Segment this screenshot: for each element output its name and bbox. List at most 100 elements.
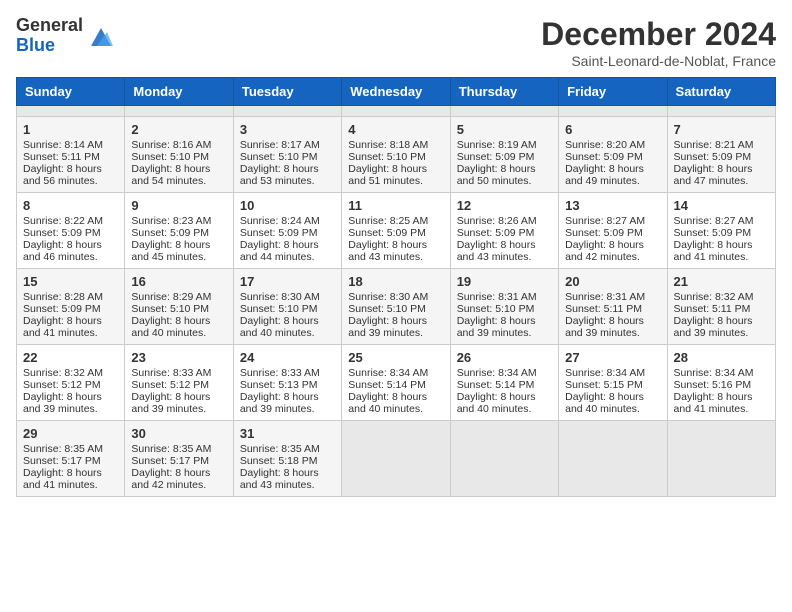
calendar-cell (559, 421, 667, 497)
cell-content-line: and 39 minutes. (674, 327, 769, 339)
calendar-cell: 26Sunrise: 8:34 AMSunset: 5:14 PMDayligh… (450, 345, 558, 421)
cell-content-line: Sunset: 5:09 PM (674, 227, 769, 239)
cell-content-line: Sunrise: 8:23 AM (131, 215, 226, 227)
cell-content-line: and 50 minutes. (457, 175, 552, 187)
cell-content-line: Daylight: 8 hours (348, 315, 443, 327)
cell-content-line: and 41 minutes. (23, 327, 118, 339)
day-number: 9 (131, 198, 226, 213)
cell-content-line: Daylight: 8 hours (348, 239, 443, 251)
cell-content-line: and 39 minutes. (565, 327, 660, 339)
cell-content-line: and 39 minutes. (131, 403, 226, 415)
cell-content-line: Daylight: 8 hours (131, 391, 226, 403)
cell-content-line: and 41 minutes. (23, 479, 118, 491)
calendar-cell: 14 Sunrise: 8:27 AMSunset: 5:09 PMDayligh… (667, 193, 775, 269)
day-number: 17 (240, 274, 335, 289)
day-number: 30 (131, 426, 226, 441)
cell-content-line: Daylight: 8 hours (674, 239, 769, 251)
logo-general-text: General (16, 16, 83, 36)
cell-content-line: and 51 minutes. (348, 175, 443, 187)
calendar-header-tuesday: Tuesday (233, 78, 341, 106)
cell-content-line: Sunset: 5:17 PM (23, 455, 118, 467)
calendar-header-saturday: Saturday (667, 78, 775, 106)
cell-content-line: and 53 minutes. (240, 175, 335, 187)
cell-content-line: Sunset: 5:11 PM (565, 303, 660, 315)
cell-content-line: and 40 minutes. (348, 403, 443, 415)
cell-content-line: Sunset: 5:16 PM (674, 379, 769, 391)
cell-content-line: Daylight: 8 hours (674, 391, 769, 403)
cell-content-line: Sunrise: 8:34 AM (348, 367, 443, 379)
day-number: 8 (23, 198, 118, 213)
calendar-cell: 18Sunrise: 8:30 AMSunset: 5:10 PMDayligh… (342, 269, 450, 345)
cell-content-line: Sunset: 5:09 PM (131, 227, 226, 239)
cell-content-line: Sunrise: 8:35 AM (131, 443, 226, 455)
cell-content-line: Sunset: 5:17 PM (131, 455, 226, 467)
cell-content-line: Sunset: 5:10 PM (348, 151, 443, 163)
cell-content-line: Sunset: 5:09 PM (348, 227, 443, 239)
cell-content-line: Daylight: 8 hours (23, 239, 118, 251)
cell-content-line: Daylight: 8 hours (457, 163, 552, 175)
cell-content-line: Daylight: 8 hours (131, 163, 226, 175)
cell-content-line: Sunrise: 8:25 AM (348, 215, 443, 227)
cell-content-line: Daylight: 8 hours (240, 467, 335, 479)
cell-content-line: Sunset: 5:09 PM (23, 227, 118, 239)
calendar-cell: 30Sunrise: 8:35 AMSunset: 5:17 PMDayligh… (125, 421, 233, 497)
cell-content-line: Sunrise: 8:27 AM (674, 215, 769, 227)
cell-content-line: Sunset: 5:11 PM (23, 151, 118, 163)
calendar-cell: 20Sunrise: 8:31 AMSunset: 5:11 PMDayligh… (559, 269, 667, 345)
day-number: 31 (240, 426, 335, 441)
cell-content-line: Sunrise: 8:21 AM (674, 139, 769, 151)
day-number: 4 (348, 122, 443, 137)
cell-content-line: Daylight: 8 hours (240, 391, 335, 403)
cell-content-line: Sunrise: 8:33 AM (240, 367, 335, 379)
calendar-cell (17, 106, 125, 117)
cell-content-line: and 41 minutes. (674, 403, 769, 415)
calendar-week-5: 29Sunrise: 8:35 AMSunset: 5:17 PMDayligh… (17, 421, 776, 497)
cell-content-line: Daylight: 8 hours (565, 163, 660, 175)
calendar-cell: 1Sunrise: 8:14 AMSunset: 5:11 PMDaylight… (17, 117, 125, 193)
calendar-week-3: 15Sunrise: 8:28 AMSunset: 5:09 PMDayligh… (17, 269, 776, 345)
calendar-cell (559, 106, 667, 117)
calendar-cell: 29Sunrise: 8:35 AMSunset: 5:17 PMDayligh… (17, 421, 125, 497)
cell-content-line: Sunrise: 8:30 AM (348, 291, 443, 303)
calendar-header-friday: Friday (559, 78, 667, 106)
calendar-cell: 17Sunrise: 8:30 AMSunset: 5:10 PMDayligh… (233, 269, 341, 345)
cell-content-line: Daylight: 8 hours (240, 239, 335, 251)
cell-content-line: Daylight: 8 hours (674, 315, 769, 327)
cell-content-line: Sunset: 5:09 PM (565, 227, 660, 239)
cell-content-line: and 45 minutes. (131, 251, 226, 263)
calendar-cell: 16Sunrise: 8:29 AMSunset: 5:10 PMDayligh… (125, 269, 233, 345)
cell-content-line: and 43 minutes. (348, 251, 443, 263)
calendar-header-sunday: Sunday (17, 78, 125, 106)
day-number: 6 (565, 122, 660, 137)
calendar-cell: 5Sunrise: 8:19 AMSunset: 5:09 PMDaylight… (450, 117, 558, 193)
cell-content-line: and 40 minutes. (131, 327, 226, 339)
cell-content-line: and 44 minutes. (240, 251, 335, 263)
cell-content-line: Sunrise: 8:29 AM (131, 291, 226, 303)
calendar-body: 1Sunrise: 8:14 AMSunset: 5:11 PMDaylight… (17, 106, 776, 497)
cell-content-line: Sunrise: 8:17 AM (240, 139, 335, 151)
calendar-week-0 (17, 106, 776, 117)
cell-content-line: and 49 minutes. (565, 175, 660, 187)
calendar-header-wednesday: Wednesday (342, 78, 450, 106)
cell-content-line: Sunrise: 8:20 AM (565, 139, 660, 151)
calendar-cell: 24Sunrise: 8:33 AMSunset: 5:13 PMDayligh… (233, 345, 341, 421)
cell-content-line: and 42 minutes. (131, 479, 226, 491)
cell-content-line: Sunrise: 8:34 AM (565, 367, 660, 379)
cell-content-line: Sunrise: 8:28 AM (23, 291, 118, 303)
cell-content-line: Sunrise: 8:26 AM (457, 215, 552, 227)
day-number: 28 (674, 350, 769, 365)
cell-content-line: Sunrise: 8:35 AM (23, 443, 118, 455)
cell-content-line: Sunrise: 8:16 AM (131, 139, 226, 151)
calendar-week-4: 22Sunrise: 8:32 AMSunset: 5:12 PMDayligh… (17, 345, 776, 421)
cell-content-line: Sunrise: 8:30 AM (240, 291, 335, 303)
day-number: 2 (131, 122, 226, 137)
calendar-cell: 6Sunrise: 8:20 AMSunset: 5:09 PMDaylight… (559, 117, 667, 193)
calendar-cell: 2Sunrise: 8:16 AMSunset: 5:10 PMDaylight… (125, 117, 233, 193)
day-number: 3 (240, 122, 335, 137)
calendar-cell (125, 106, 233, 117)
calendar-cell: 25Sunrise: 8:34 AMSunset: 5:14 PMDayligh… (342, 345, 450, 421)
day-number: 14 (674, 198, 769, 213)
cell-content-line: Sunrise: 8:31 AM (565, 291, 660, 303)
calendar-cell: 7Sunrise: 8:21 AMSunset: 5:09 PMDaylight… (667, 117, 775, 193)
cell-content-line: Sunset: 5:10 PM (457, 303, 552, 315)
